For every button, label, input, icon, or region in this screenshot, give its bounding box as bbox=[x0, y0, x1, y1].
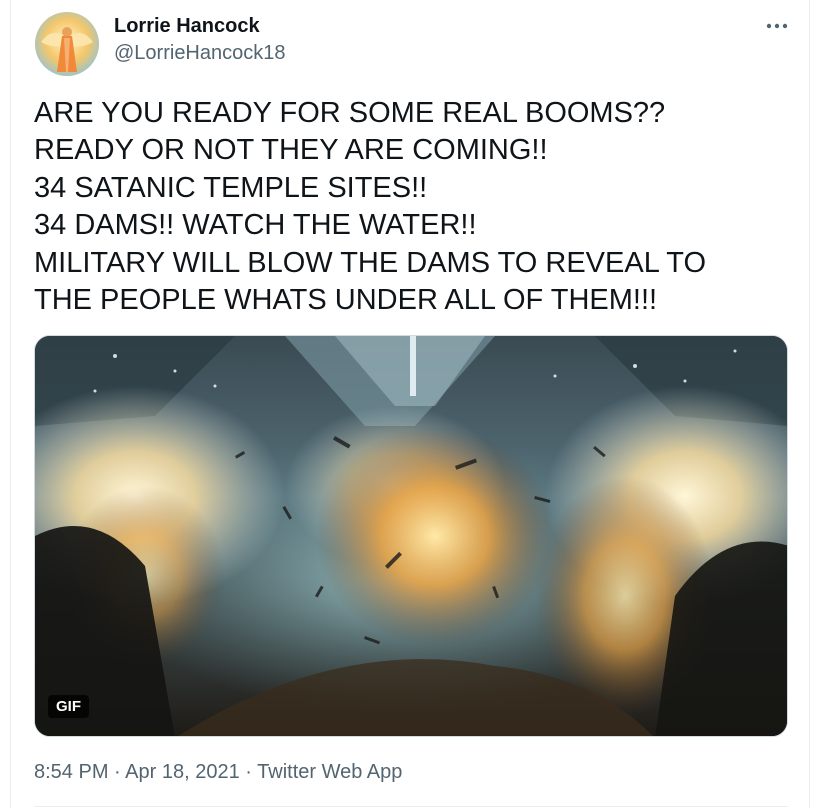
author-handle[interactable]: @LorrieHancock18 bbox=[114, 42, 286, 65]
avatar[interactable] bbox=[35, 12, 99, 76]
tweet-source[interactable]: Twitter Web App bbox=[257, 761, 402, 783]
more-horizontal-icon bbox=[766, 23, 788, 29]
tweet-card: Lorrie Hancock @LorrieHancock18 ARE YOU … bbox=[10, 0, 810, 808]
tweet-metadata: 8:54 PM · Apr 18, 2021 · Twitter Web App bbox=[34, 761, 402, 784]
more-options-button[interactable] bbox=[761, 12, 793, 40]
explosion-gif-image bbox=[35, 336, 787, 736]
meta-separator: · bbox=[245, 761, 252, 783]
tweet-date[interactable]: Apr 18, 2021 bbox=[125, 761, 240, 783]
divider bbox=[34, 806, 788, 807]
tweet-time[interactable]: 8:54 PM bbox=[34, 761, 108, 783]
tweet-media-gif[interactable]: GIF bbox=[34, 335, 788, 737]
tweet-text: ARE YOU READY FOR SOME REAL BOOMS?? READ… bbox=[34, 97, 707, 317]
gif-badge: GIF bbox=[48, 695, 89, 718]
author-name[interactable]: Lorrie Hancock bbox=[114, 15, 260, 38]
meta-separator: · bbox=[114, 761, 121, 783]
avatar-image bbox=[35, 12, 99, 76]
